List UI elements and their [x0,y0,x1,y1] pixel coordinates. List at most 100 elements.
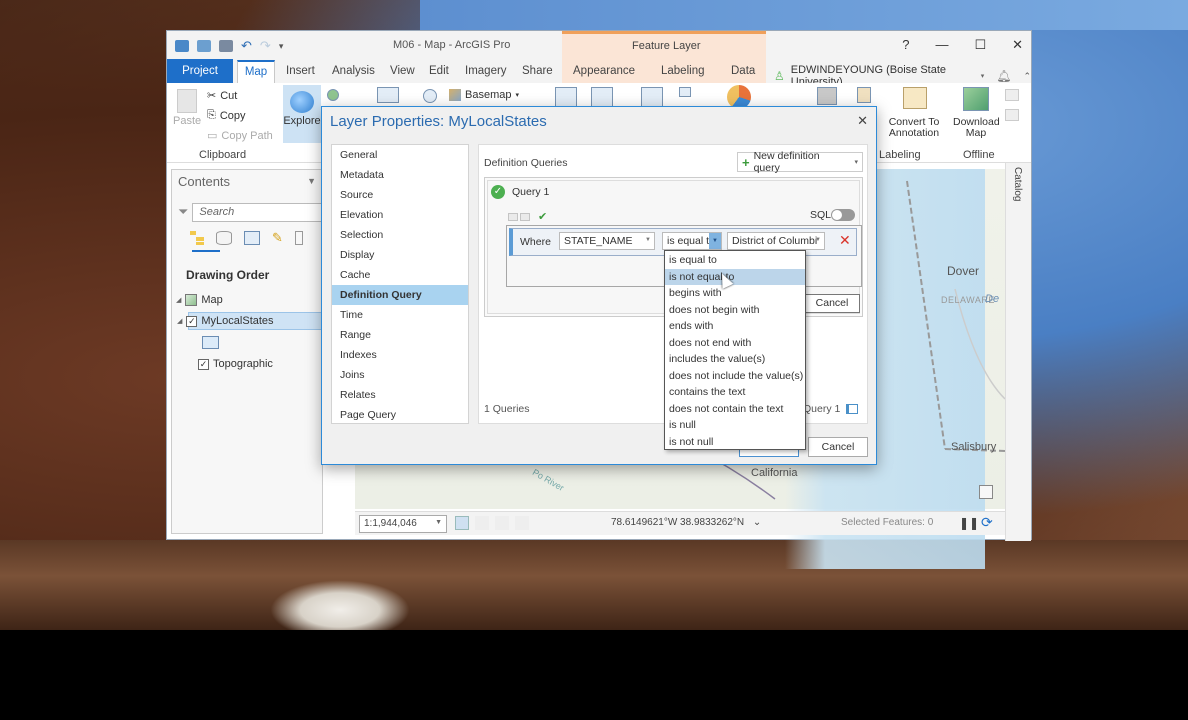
notification-bell-icon[interactable]: 🔔︎ [996,69,1011,83]
select-by-location-icon[interactable] [641,87,663,107]
option-is-not-null[interactable]: is not null [665,434,805,451]
tab-imagery[interactable]: Imagery [465,65,507,77]
nav-time[interactable]: Time [332,305,468,325]
nav-indexes[interactable]: Indexes [332,345,468,365]
correction-icon[interactable] [515,516,529,530]
tab-edit[interactable]: Edit [429,65,449,77]
data-source-icon[interactable] [216,231,232,245]
filter-icon[interactable]: ⏷ [178,204,188,220]
sync-icon[interactable] [1005,89,1019,101]
option-is-equal-to[interactable]: is equal to [665,252,805,269]
copy-path-button[interactable]: ▭ Copy Path [207,129,273,143]
nav-metadata[interactable]: Metadata [332,165,468,185]
expand-icon[interactable]: ◢ [177,317,182,325]
tab-analysis[interactable]: Analysis [332,65,375,77]
save-project-icon[interactable] [219,40,233,52]
nav-range[interactable]: Range [332,325,468,345]
tab-map[interactable]: Map [237,60,275,84]
option-does-not-include-values[interactable]: does not include the value(s) [665,368,805,385]
basemap-button[interactable]: Basemap ▾ [449,89,519,101]
nav-cache[interactable]: Cache [332,265,468,285]
nav-general[interactable]: General [332,145,468,165]
cancel-button[interactable]: Cancel [808,437,868,457]
close-button[interactable]: ✕ [1012,37,1023,53]
option-does-not-contain-text[interactable]: does not contain the text [665,401,805,418]
nav-relates[interactable]: Relates [332,385,468,405]
minimize-button[interactable]: — [935,37,948,53]
layer-visibility-checkbox[interactable]: ✓ [198,358,209,370]
fixed-zoom-icon[interactable] [455,516,469,530]
help-button[interactable]: ? [902,37,909,53]
option-ends-with[interactable]: ends with [665,318,805,335]
paste-button[interactable]: Paste [173,89,201,127]
nav-page-query[interactable]: Page Query [332,405,468,425]
tab-project[interactable]: Project [167,59,233,83]
editing-icon[interactable]: ✎ [272,230,283,246]
customize-toolbar-icon[interactable]: ▾ [279,41,284,52]
tab-labeling[interactable]: Labeling [661,65,704,77]
value-combo[interactable]: District of Columbi ▼ [727,232,825,250]
nav-selection[interactable]: Selection [332,225,468,245]
add-data-icon[interactable] [857,87,871,103]
download-map-icon[interactable] [963,87,989,111]
coordinate-readout[interactable]: 78.6149621°W 38.9833262°N ⌄ [611,517,761,528]
explore-button[interactable]: Explore [283,85,321,143]
new-project-icon[interactable] [175,40,189,52]
option-does-not-begin-with[interactable]: does not begin with [665,302,805,319]
open-project-icon[interactable] [197,40,211,52]
layer-mylocalstates[interactable]: ◢ ✓ MyLocalStates [177,312,322,330]
locate-icon[interactable] [423,89,437,103]
operator-combo[interactable]: is equal to ▼ [662,232,722,250]
tab-insert[interactable]: Insert [286,65,315,77]
drawing-order-icon[interactable] [190,231,204,245]
option-begins-with[interactable]: begins with [665,285,805,302]
option-is-not-equal-to[interactable]: is not equal to [665,268,805,285]
group-clauses-icon[interactable] [508,212,518,221]
contents-search-input[interactable]: Search [192,202,324,222]
tab-appearance[interactable]: Appearance [573,65,635,77]
remove-offline-icon[interactable] [1005,109,1019,121]
bookmarks-icon[interactable] [327,89,339,101]
attributes-icon[interactable] [679,87,691,97]
nav-display[interactable]: Display [332,245,468,265]
query-name[interactable]: Query 1 [512,186,549,198]
option-does-not-end-with[interactable]: does not end with [665,335,805,352]
cut-button[interactable]: ✂ Cut [207,89,237,103]
option-includes-values[interactable]: includes the value(s) [665,351,805,368]
nav-definition-query[interactable]: Definition Query [332,285,468,305]
catalog-pane-tab[interactable]: Catalog [1005,163,1031,541]
dialog-close-button[interactable]: ✕ [857,113,868,129]
nav-joins[interactable]: Joins [332,365,468,385]
layer-map[interactable]: ◢ Map [176,291,223,309]
pause-drawing-icon[interactable]: ❚❚ [959,516,979,530]
undo-icon[interactable]: ↶ [241,38,252,54]
convert-to-annotation-button[interactable]: Convert To Annotation [881,117,947,139]
redo-icon[interactable]: ↷ [260,38,271,54]
tab-data[interactable]: Data [731,65,755,77]
verify-query-icon[interactable]: ✔ [538,210,547,223]
select-icon[interactable] [555,87,577,107]
selected-features[interactable]: Selected Features: 0 [841,517,933,528]
layer-topographic[interactable]: ✓ Topographic [198,355,273,373]
select-by-attributes-icon[interactable] [591,87,613,107]
snapping-icon[interactable] [294,231,303,245]
active-query-indicator[interactable]: Query 1 [803,403,859,415]
grid-icon[interactable] [475,516,489,530]
nav-elevation[interactable]: Elevation [332,205,468,225]
option-is-null[interactable]: is null [665,417,805,434]
chevron-down-icon[interactable]: ▼ [307,176,316,186]
maximize-button[interactable]: ☐ [974,37,986,53]
map-book-icon[interactable] [377,87,399,103]
tab-view[interactable]: View [390,65,415,77]
query-cancel-button[interactable]: Cancel [804,294,860,313]
scale-selector[interactable]: 1:1,944,046 ▼ [359,515,447,533]
map-legend-icon[interactable] [979,485,993,499]
sql-toggle[interactable] [831,209,855,221]
refresh-icon[interactable]: ⟳ [981,514,993,531]
download-map-button[interactable]: Download Map [953,117,1000,139]
option-contains-text[interactable]: contains the text [665,384,805,401]
measure-icon[interactable] [817,87,837,105]
ungroup-clauses-icon[interactable] [520,212,530,221]
layer-visibility-checkbox[interactable]: ✓ [186,315,198,327]
collapse-ribbon-icon[interactable]: ⌃ [1023,71,1031,82]
